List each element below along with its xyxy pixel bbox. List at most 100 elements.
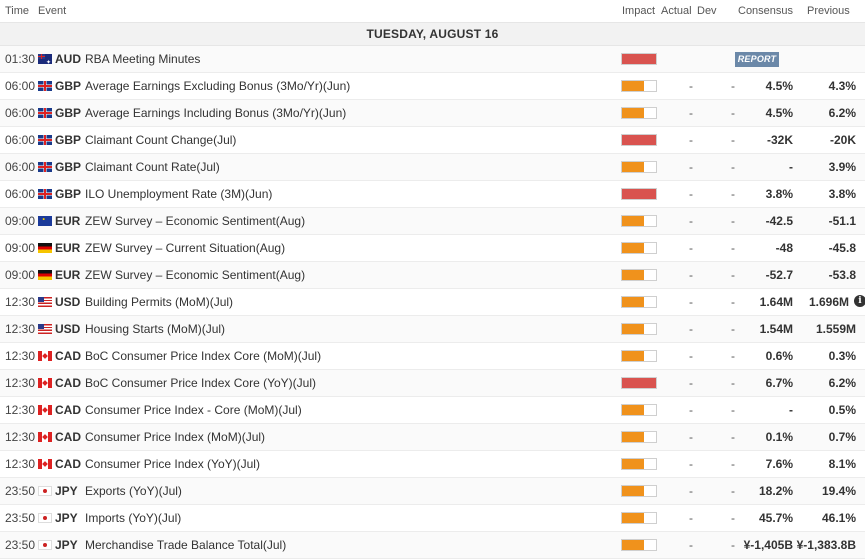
gbp-flag-icon [38, 108, 52, 118]
consensus-value: 0.1% [765, 430, 793, 444]
deviation-value: - [731, 214, 735, 228]
actual-value: - [689, 214, 693, 228]
table-row[interactable]: 12:30 USD Housing Starts (MoM)(Jul) - - 1.54M… [0, 316, 865, 343]
gbp-flag-icon [38, 162, 52, 172]
event-time: 12:30 [5, 322, 36, 336]
table-row[interactable]: 12:30 CAD BoC Consumer Price Index Core (Y… [0, 370, 865, 397]
header-actual[interactable]: Actual [661, 5, 692, 17]
event-name-link[interactable]: RBA Meeting Minutes [85, 52, 200, 66]
event-name-link[interactable]: Consumer Price Index - Core (MoM)(Jul) [85, 403, 302, 417]
table-row[interactable]: 23:50 JPY Merchandise Trade Balance Total(… [0, 532, 865, 559]
event-name-link[interactable]: BoC Consumer Price Index Core (MoM)(Jul) [85, 349, 321, 363]
info-icon[interactable]: i [854, 295, 865, 307]
impact-indicator [621, 485, 657, 497]
header-previous[interactable]: Previous [807, 5, 850, 17]
previous-value: 3.8% [828, 187, 856, 201]
impact-indicator [621, 539, 657, 551]
impact-indicator [621, 53, 657, 65]
event-currency: USD [55, 295, 81, 309]
event-currency: JPY [55, 484, 78, 498]
previous-value: -45.8 [828, 241, 856, 255]
deviation-value: - [731, 511, 735, 525]
consensus-value: 6.7% [765, 376, 793, 390]
de-flag-icon [38, 243, 52, 253]
table-row[interactable]: 12:30 CAD Consumer Price Index (MoM)(Jul) -… [0, 424, 865, 451]
impact-fill [622, 216, 645, 226]
actual-value: - [689, 349, 693, 363]
ca-flag-icon [38, 378, 52, 388]
table-row[interactable]: 06:00 GBP ILO Unemployment Rate (3M)(Jun) -… [0, 181, 865, 208]
event-time: 12:30 [5, 376, 36, 390]
report-button[interactable]: REPORT [735, 52, 779, 67]
event-name-link[interactable]: Consumer Price Index (YoY)(Jul) [85, 457, 260, 471]
table-row[interactable]: 06:00 GBP Average Earnings Excluding Bonus… [0, 73, 865, 100]
event-name-link[interactable]: Merchandise Trade Balance Total(Jul) [85, 538, 286, 552]
table-row[interactable]: 09:00 EUR ZEW Survey – Current Situation(A… [0, 235, 865, 262]
table-row[interactable]: 12:30 USD Building Permits (MoM)(Jul) - - 1.6… [0, 289, 865, 316]
event-name-link[interactable]: BoC Consumer Price Index Core (YoY)(Jul) [85, 376, 316, 390]
impact-fill [622, 297, 645, 307]
event-name-link[interactable]: Average Earnings Including Bonus (3Mo/Yr… [85, 106, 346, 120]
header-time[interactable]: Time [5, 5, 29, 17]
event-name-link[interactable]: Housing Starts (MoM)(Jul) [85, 322, 225, 336]
ca-flag-icon [38, 432, 52, 442]
actual-value: - [689, 484, 693, 498]
actual-value: - [689, 403, 693, 417]
event-name-link[interactable]: Exports (YoY)(Jul) [85, 484, 182, 498]
event-name-link[interactable]: ZEW Survey – Economic Sentiment(Aug) [85, 214, 305, 228]
header-consensus[interactable]: Consensus [738, 5, 793, 17]
table-row[interactable]: 06:00 GBP Claimant Count Rate(Jul) - - - 3.9% [0, 154, 865, 181]
event-name-link[interactable]: Building Permits (MoM)(Jul) [85, 295, 233, 309]
event-name-link[interactable]: ZEW Survey – Economic Sentiment(Aug) [85, 268, 305, 282]
gbp-flag-icon [38, 81, 52, 91]
event-name-link[interactable]: ILO Unemployment Rate (3M)(Jun) [85, 187, 272, 201]
impact-fill [622, 324, 645, 334]
economic-calendar: Time Event Impact Actual Dev Consensus P… [0, 0, 865, 559]
header-dev[interactable]: Dev [697, 5, 717, 17]
event-time: 01:30 [5, 52, 36, 66]
table-row[interactable]: 06:00 GBP Average Earnings Including Bonus… [0, 100, 865, 127]
previous-value: 1.696M [808, 295, 849, 309]
table-row[interactable]: 06:00 GBP Claimant Count Change(Jul) - - -32K… [0, 127, 865, 154]
event-name-link[interactable]: Claimant Count Rate(Jul) [85, 160, 220, 174]
table-row[interactable]: 12:30 CAD Consumer Price Index (YoY)(Jul) -… [0, 451, 865, 478]
impact-indicator [621, 242, 657, 254]
event-name-link[interactable]: ZEW Survey – Current Situation(Aug) [85, 241, 285, 255]
consensus-value: ¥-1,405B [743, 538, 793, 552]
impact-indicator [621, 80, 657, 92]
event-time: 06:00 [5, 79, 36, 93]
event-name-link[interactable]: Average Earnings Excluding Bonus (3Mo/Yr… [85, 79, 350, 93]
table-row[interactable]: 12:30 CAD BoC Consumer Price Index Core (M… [0, 343, 865, 370]
event-name-link[interactable]: Imports (YoY)(Jul) [85, 511, 181, 525]
consensus-value: - [789, 160, 793, 174]
table-row[interactable]: 23:50 JPY Imports (YoY)(Jul) - - 45.7% 46.1% [0, 505, 865, 532]
header-event[interactable]: Event [38, 5, 66, 17]
gbp-flag-icon [38, 189, 52, 199]
consensus-value: 1.64M [759, 295, 793, 309]
impact-indicator [621, 215, 657, 227]
previous-value: 4.3% [828, 79, 856, 93]
impact-indicator [621, 323, 657, 335]
event-time: 09:00 [5, 241, 36, 255]
deviation-value: - [731, 376, 735, 390]
actual-value: - [689, 133, 693, 147]
table-row[interactable]: 12:30 CAD Consumer Price Index - Core (MoM… [0, 397, 865, 424]
impact-indicator [621, 188, 657, 200]
day-header: TUESDAY, AUGUST 16 [0, 23, 865, 46]
deviation-value: - [731, 430, 735, 444]
table-row[interactable]: 23:50 JPY Exports (YoY)(Jul) - - 18.2% 19.4% [0, 478, 865, 505]
event-currency: CAD [55, 349, 81, 363]
event-name-link[interactable]: Claimant Count Change(Jul) [85, 133, 236, 147]
impact-fill [622, 270, 645, 280]
consensus-value: -42.5 [765, 214, 793, 228]
table-row[interactable]: 01:30 AUD RBA Meeting Minutes REPORT [0, 46, 865, 73]
actual-value: - [689, 160, 693, 174]
impact-fill [622, 486, 645, 496]
header-impact[interactable]: Impact [622, 5, 655, 17]
consensus-value: - [789, 403, 793, 417]
impact-indicator [621, 404, 657, 416]
event-name-link[interactable]: Consumer Price Index (MoM)(Jul) [85, 430, 265, 444]
table-row[interactable]: 09:00 EUR ZEW Survey – Economic Sentiment(… [0, 262, 865, 289]
actual-value: - [689, 538, 693, 552]
table-row[interactable]: 09:00 EUR ZEW Survey – Economic Sentiment(… [0, 208, 865, 235]
